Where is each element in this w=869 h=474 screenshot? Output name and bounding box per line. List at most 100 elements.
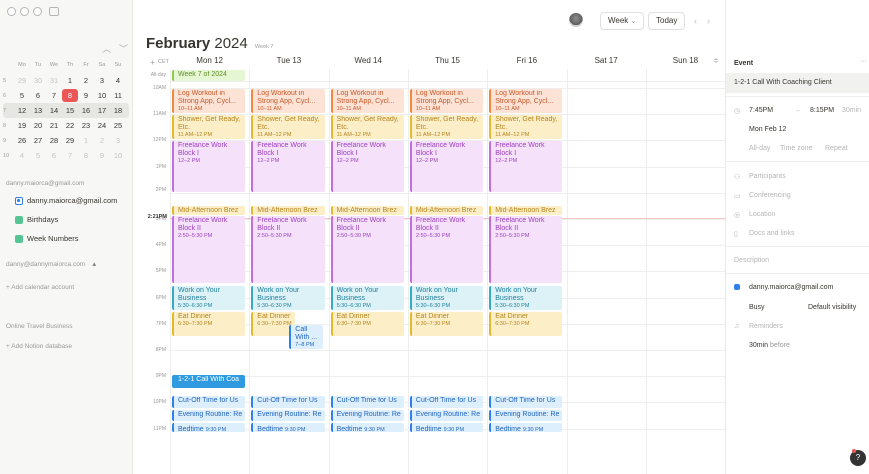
event-dinner[interactable]: Eat Dinner 6:30–7:30 PM — [409, 311, 484, 336]
all-day-toggle[interactable]: All-day — [749, 145, 770, 152]
mini-calendar-day[interactable]: 8 — [78, 149, 94, 162]
database-online-travel[interactable]: Online Travel Business — [6, 323, 72, 330]
day-header[interactable]: Tue 13 — [249, 56, 328, 70]
mini-calendar-day[interactable]: 4 — [110, 74, 126, 87]
mini-calendar-day[interactable]: 21 — [46, 119, 62, 132]
mini-calendar-day[interactable]: 29 — [14, 74, 30, 87]
event-shower[interactable]: Shower, Get Ready, Etc. 11 AM–12 PM — [409, 115, 484, 140]
calendar-selector[interactable]: danny.maiorca@gmail.com — [749, 284, 833, 291]
mini-calendar-day[interactable]: 28 — [46, 134, 62, 147]
mini-calendar-day[interactable]: 8 — [62, 89, 78, 102]
mini-calendar-day[interactable]: 6 — [30, 89, 46, 102]
event-freelance1[interactable]: Freelance Work Block I 12–2 PM — [251, 141, 325, 192]
mini-calendar-day[interactable]: 11 — [110, 89, 126, 102]
event-shower[interactable]: Shower, Get Ready, Etc. 11 AM–12 PM — [489, 115, 563, 140]
mini-calendar-day[interactable]: 9 — [94, 149, 110, 162]
checkbox-icon[interactable] — [15, 234, 23, 243]
mini-calendar-day[interactable]: 7 — [62, 149, 78, 162]
mini-calendar-day[interactable]: 14 — [46, 104, 62, 117]
event-workout[interactable]: Log Workout in Strong App, Cycl... 10–11 … — [330, 89, 404, 114]
event-freelance1[interactable]: Freelance Work Block I 12–2 PM — [489, 141, 563, 192]
today-button[interactable]: Today — [648, 12, 686, 30]
mini-calendar-day[interactable]: 12 — [14, 104, 30, 117]
event-cutoff[interactable]: Cut-Off Time for Us — [409, 396, 484, 408]
event-freelance1[interactable]: Freelance Work Block I 12–2 PM — [330, 141, 404, 192]
mini-calendar-day[interactable]: 7 — [46, 89, 62, 102]
checkbox-icon[interactable] — [15, 215, 23, 224]
mini-calendar-day[interactable]: 23 — [78, 119, 94, 132]
adjust-icon[interactable]: ≑ — [713, 57, 719, 65]
view-selector-button[interactable]: Week ⌄ — [600, 12, 645, 30]
event-evening[interactable]: Evening Routine: Re — [409, 410, 484, 421]
mini-calendar-day[interactable]: 4 — [14, 149, 30, 162]
event-business[interactable]: Work on Your Business 5:30–6:30 PM — [172, 285, 246, 310]
event-cutoff[interactable]: Cut-Off Time for Us — [489, 396, 563, 408]
reminder-item[interactable]: 30min before — [749, 342, 790, 349]
mini-calendar-day[interactable]: 15 — [62, 104, 78, 117]
maximize-window-button[interactable] — [33, 7, 42, 16]
event-shower[interactable]: Shower, Get Ready, Etc. 11 AM–12 PM — [330, 115, 404, 140]
mini-calendar-day[interactable]: 31 — [46, 74, 62, 87]
mini-calendar-day[interactable]: 10 — [94, 89, 110, 102]
event-bedtime[interactable]: Bedtime 9:30 PM — [330, 423, 404, 432]
event-freelance2[interactable]: Freelance Work Block II 2:50–5:30 PM — [172, 215, 246, 284]
event-date[interactable]: Mon Feb 12 — [749, 126, 786, 133]
repeat-button[interactable]: Repeat — [825, 145, 848, 152]
next-week-icon[interactable]: › — [707, 16, 710, 26]
mini-calendar-day[interactable]: 30 — [30, 74, 46, 87]
mini-calendar-day[interactable]: 27 — [30, 134, 46, 147]
event-workout[interactable]: Log Workout in Strong App, Cycl... 10–11 … — [409, 89, 484, 114]
mini-calendar-day[interactable]: 25 — [110, 119, 126, 132]
event-bedtime[interactable]: Bedtime 9:30 PM — [489, 423, 563, 432]
location-field[interactable]: Location — [749, 211, 775, 218]
mini-calendar-day[interactable]: 24 — [94, 119, 110, 132]
mini-calendar-day[interactable]: 16 — [78, 104, 94, 117]
more-icon[interactable]: ··· — [860, 58, 867, 65]
add-notion-database-button[interactable]: + Add Notion database — [6, 343, 72, 350]
mini-calendar-day[interactable]: 17 — [94, 104, 110, 117]
day-header[interactable]: Fri 16 — [487, 56, 566, 70]
event-workout[interactable]: Log Workout in Strong App, Cycl... 10–11 … — [489, 89, 563, 114]
event-shower[interactable]: Shower, Get Ready, Etc. 11 AM–12 PM — [172, 115, 246, 140]
mini-calendar-day[interactable]: 10 — [110, 149, 126, 162]
day-header[interactable]: Thu 15 — [408, 56, 487, 70]
event-dinner[interactable]: Eat Dinner 6:30–7:30 PM — [330, 311, 404, 336]
event-business[interactable]: Work on Your Business 5:30–6:30 PM — [409, 285, 484, 310]
mini-calendar-day[interactable]: 6 — [46, 149, 62, 162]
event-freelance2[interactable]: Freelance Work Block II 2:50–5:30 PM — [330, 215, 404, 284]
event-freelance2[interactable]: Freelance Work Block II 2:50–5:30 PM — [489, 215, 563, 284]
chevron-down-icon[interactable]: ﹀ — [119, 42, 128, 55]
calendar-item-primary[interactable]: danny.maiorca@gmail.com — [15, 196, 117, 205]
event-freelance1[interactable]: Freelance Work Block I 12–2 PM — [409, 141, 484, 192]
event-title[interactable]: 1-2-1 Call With Coaching Client — [734, 79, 832, 86]
docs-field[interactable]: Docs and links — [749, 230, 795, 237]
mini-calendar-day[interactable]: 5 — [30, 149, 46, 162]
mini-calendar-day[interactable]: 1 — [62, 74, 78, 87]
conferencing-field[interactable]: Conferencing — [749, 192, 791, 199]
event-evening[interactable]: Evening Routine: Re — [489, 410, 563, 421]
event-cutoff[interactable]: Cut-Off Time for Us — [330, 396, 404, 408]
day-header[interactable]: Sat 17 — [567, 56, 646, 70]
avatar[interactable] — [569, 13, 583, 27]
event-business[interactable]: Work on Your Business 5:30–6:30 PM — [251, 285, 325, 310]
mini-calendar-day[interactable]: 13 — [30, 104, 46, 117]
event-evening[interactable]: Evening Routine: Re — [251, 410, 325, 421]
event-evening[interactable]: Evening Routine: Re — [172, 410, 246, 421]
end-time[interactable]: 8:15PM — [810, 107, 834, 114]
chevron-up-icon[interactable]: ︿ — [102, 42, 111, 55]
event-workout[interactable]: Log Workout in Strong App, Cycl... 10–11 … — [172, 89, 246, 114]
add-icon[interactable]: + — [150, 58, 155, 67]
sidebar-toggle-icon[interactable] — [49, 7, 59, 16]
mini-calendar-day[interactable]: 2 — [94, 134, 110, 147]
event-midafternoon[interactable]: Mid-Afternoon Brez — [251, 206, 325, 215]
event-midafternoon[interactable]: Mid-Afternoon Brez — [489, 206, 563, 215]
mini-calendar-day[interactable]: 9 — [78, 89, 94, 102]
calendar-item-birthdays[interactable]: Birthdays — [15, 215, 58, 224]
day-header[interactable]: Wed 14 — [329, 56, 408, 70]
event-dinner[interactable]: Eat Dinner 6:30–7:30 PM — [172, 311, 246, 336]
mini-calendar-day[interactable]: 5 — [14, 89, 30, 102]
mini-calendar-day[interactable]: 20 — [30, 119, 46, 132]
timezone-button[interactable]: Time zone — [780, 145, 812, 152]
mini-calendar-day[interactable]: 26 — [14, 134, 30, 147]
mini-calendar-day[interactable]: 3 — [94, 74, 110, 87]
